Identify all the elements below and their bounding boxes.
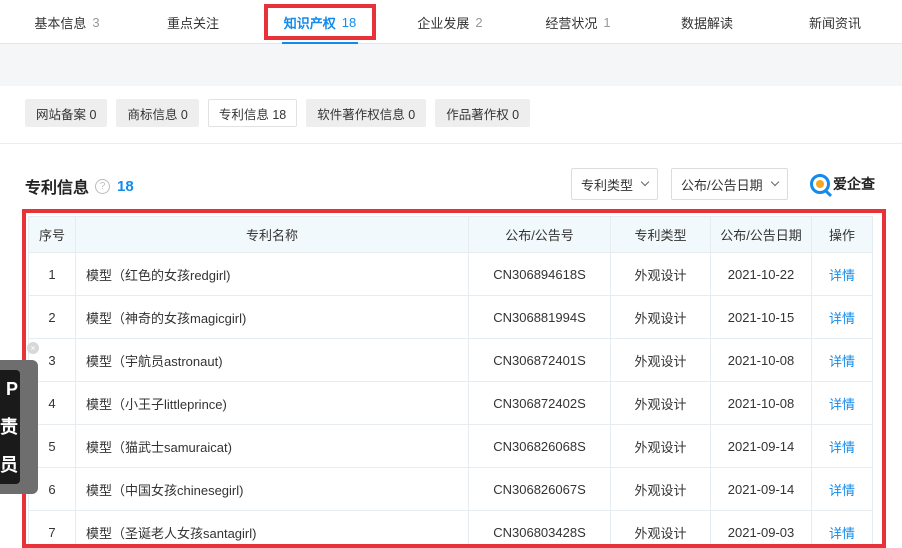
tab-intellectual-property[interactable]: 知识产权 18 [266,0,374,44]
chevron-down-icon [770,177,779,187]
patent-type-dropdown[interactable]: 专利类型 [571,168,659,200]
section-header: 专利信息 ? 18 [25,174,134,198]
chevron-down-icon [640,177,650,187]
detail-link[interactable]: 详情 [811,295,873,339]
table-row: 2 模型（神奇的女孩magicgirl) CN306881994S 外观设计 2… [28,295,873,339]
detail-link[interactable]: 详情 [811,424,873,468]
subtab-software-copyright[interactable]: 软件著作权信息 0 [306,99,427,127]
tab-news[interactable]: 新闻资讯 [790,0,880,44]
col-header-op: 操作 [811,216,873,253]
tab-enterprise-development[interactable]: 企业发展 2 [404,0,496,44]
pub-date-dropdown[interactable]: 公布/公告日期 [671,168,788,200]
tab-business-status[interactable]: 经营状况 1 [532,0,624,44]
table-row: 6 模型（中国女孩chinesegirl) CN306826067S 外观设计 … [28,467,873,511]
detail-link[interactable]: 详情 [811,338,873,382]
table-row: 1 模型（红色的女孩redgirl) CN306894618S 外观设计 202… [28,252,873,296]
detail-link[interactable]: 详情 [811,467,873,511]
brand-logo: 爱企查 [810,174,875,194]
subtab-patent[interactable]: 专利信息 18 [207,99,298,127]
floating-side-widget[interactable]: P 责 员 [0,360,38,494]
subtab-trademark[interactable]: 商标信息 0 [116,99,199,127]
top-tab-bar: 基本信息 3 重点关注 知识产权 18 企业发展 2 经营状况 1 数据解读 新闻资讯 [0,0,902,44]
help-icon[interactable]: ? [95,178,111,194]
sub-tab-bar: 网站备案 0 商标信息 0 专利信息 18 软件著作权信息 0 作品著作权 0 [25,99,539,127]
tab-data-analysis[interactable]: 数据解读 [662,0,752,44]
divider [0,143,902,144]
subtab-website-record[interactable]: 网站备案 0 [25,99,108,127]
magnifier-logo-icon [810,174,830,194]
col-header-no: 序号 [28,216,76,253]
table-row: 5 模型（猫武士samuraicat) CN306826068S 外观设计 20… [28,424,873,468]
table-row: 4 模型（小王子littleprince) CN306872402S 外观设计 … [28,381,873,425]
col-header-name: 专利名称 [75,216,469,253]
patent-table: 序号 专利名称 公布/公告号 专利类型 公布/公告日期 操作 1 模型（红色的女… [28,216,873,548]
section-title: 专利信息 [25,180,90,197]
subtab-work-copyright[interactable]: 作品著作权 0 [435,99,531,127]
detail-link[interactable]: 详情 [811,381,873,425]
table-row: 3 模型（宇航员astronaut) CN306872401S 外观设计 202… [28,338,873,382]
detail-link[interactable]: 详情 [811,252,873,296]
floating-widget-content: P 责 员 [0,370,20,484]
col-header-date: 公布/公告日期 [710,216,812,253]
close-icon[interactable]: × [27,342,39,354]
tab-basic-info[interactable]: 基本信息 3 [22,0,112,44]
col-header-pub-no: 公布/公告号 [468,216,611,253]
detail-link[interactable]: 详情 [811,510,873,548]
patent-count: 18 [117,177,134,195]
table-header-row: 序号 专利名称 公布/公告号 专利类型 公布/公告日期 操作 [28,216,873,253]
table-row: 7 模型（圣诞老人女孩santagirl) CN306803428S 外观设计 … [28,510,873,548]
tab-key-focus[interactable]: 重点关注 [148,0,238,44]
col-header-type: 专利类型 [610,216,711,253]
ip-panel: 网站备案 0 商标信息 0 专利信息 18 软件著作权信息 0 作品著作权 0 … [0,86,902,548]
